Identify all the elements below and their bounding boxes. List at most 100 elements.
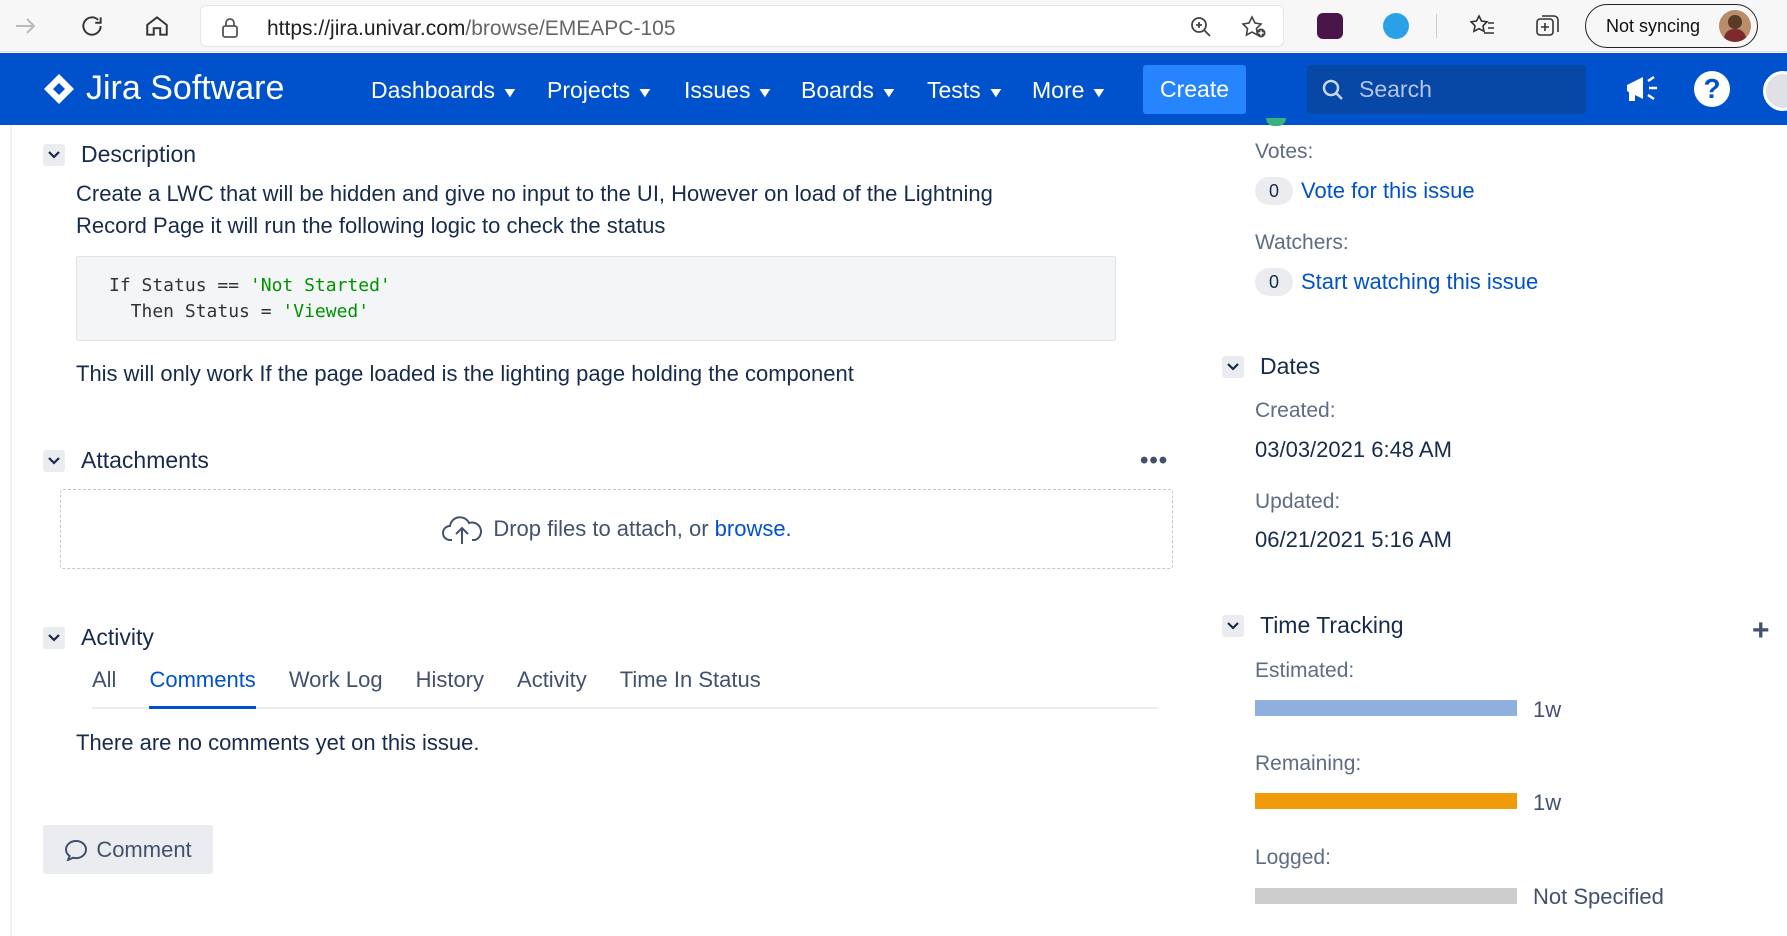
collapse-chevron-icon[interactable] [1222, 614, 1244, 637]
estimated-label: Estimated: [1255, 659, 1355, 682]
extension-me-icon[interactable] [1383, 13, 1409, 39]
speech-bubble-icon [65, 839, 88, 861]
zoom-icon[interactable] [1189, 15, 1213, 44]
estimated-value: 1w [1533, 697, 1562, 722]
cloud-upload-icon [442, 516, 483, 544]
chevron-down-icon: ▼ [986, 83, 1005, 100]
chevron-down-icon: ▼ [500, 83, 519, 100]
description-heading[interactable]: Description [43, 141, 196, 168]
activity-heading[interactable]: Activity [43, 624, 154, 651]
code-block: If Status == 'Not Started' Then Status =… [76, 256, 1116, 341]
description-line: Record Page it will run the following lo… [76, 213, 666, 238]
home-icon[interactable] [140, 9, 174, 43]
remaining-bar [1255, 793, 1517, 809]
logged-label: Logged: [1255, 846, 1331, 869]
nav-issues[interactable]: Issues ▼ [684, 77, 775, 104]
code-line: Then Status = 'Viewed' [109, 301, 370, 322]
watchers-label: Watchers: [1255, 231, 1349, 254]
extension-icon[interactable] [1317, 13, 1343, 39]
profile-avatar [1719, 10, 1751, 42]
tab-history[interactable]: History [416, 667, 484, 707]
collapse-chevron-icon[interactable] [43, 143, 65, 166]
collapse-chevron-icon[interactable] [43, 449, 65, 472]
collections-icon[interactable] [1531, 9, 1565, 43]
search-icon [1322, 79, 1343, 100]
nav-more[interactable]: More ▼ [1032, 77, 1109, 104]
address-url[interactable]: https://jira.univar.com/browse/EMEAPC-10… [267, 17, 676, 41]
collapse-chevron-icon[interactable] [1222, 355, 1244, 378]
dropzone-text: Drop files to attach, or [493, 516, 715, 541]
section-title: Description [81, 141, 197, 167]
description-text: Create a LWC that will be hidden and giv… [76, 178, 1136, 242]
chevron-down-icon: ▼ [636, 83, 655, 100]
left-border [10, 125, 12, 936]
section-title: Time Tracking [1260, 612, 1404, 638]
description-line: Create a LWC that will be hidden and giv… [76, 181, 993, 206]
remaining-value: 1w [1533, 790, 1562, 815]
user-avatar[interactable] [1763, 71, 1787, 111]
tab-all[interactable]: All [92, 667, 116, 707]
comment-button-label: Comment [96, 836, 192, 862]
nav-boards[interactable]: Boards ▼ [801, 77, 898, 104]
profile-sync-button[interactable]: Not syncing [1585, 4, 1758, 48]
activity-tabs: All Comments Work Log History Activity T… [92, 667, 1158, 709]
updated-label: Updated: [1255, 490, 1341, 513]
address-bar[interactable]: https://jira.univar.com/browse/EMEAPC-10… [200, 5, 1284, 47]
tab-activity[interactable]: Activity [517, 667, 587, 707]
chevron-down-icon: ▼ [756, 83, 775, 100]
help-icon[interactable]: ? [1690, 67, 1734, 111]
logged-bar [1255, 888, 1517, 904]
add-favorite-icon[interactable] [1241, 15, 1267, 44]
tab-work-log[interactable]: Work Log [289, 667, 383, 707]
add-time-icon[interactable]: + [1752, 614, 1770, 648]
jira-top-nav: Jira Software Dashboards ▼ Projects ▼ Issu… [0, 53, 1787, 125]
remaining-bar-fill [1255, 793, 1517, 809]
created-date: 03/03/2021 6:48 AM [1255, 437, 1452, 462]
search-box[interactable] [1307, 65, 1586, 114]
watchers-count-badge: 0 [1255, 268, 1293, 296]
comment-button[interactable]: Comment [43, 825, 213, 874]
section-title: Dates [1260, 353, 1321, 379]
refresh-icon[interactable] [75, 9, 109, 43]
attachments-heading[interactable]: Attachments [43, 447, 209, 474]
vote-link[interactable]: Vote for this issue [1301, 178, 1475, 204]
collapse-chevron-icon[interactable] [43, 626, 65, 649]
votes-label: Votes: [1255, 140, 1314, 163]
estimated-bar-fill [1255, 700, 1517, 716]
chevron-down-icon: ▼ [879, 83, 898, 100]
nav-projects[interactable]: Projects ▼ [547, 77, 655, 104]
description-footer: This will only work If the page loaded i… [76, 361, 854, 386]
megaphone-icon[interactable] [1619, 67, 1663, 111]
watch-link[interactable]: Start watching this issue [1301, 269, 1538, 295]
create-button[interactable]: Create [1143, 65, 1246, 114]
estimated-bar [1255, 700, 1517, 716]
updated-date: 06/21/2021 5:16 AM [1255, 527, 1452, 552]
nav-dashboards[interactable]: Dashboards ▼ [371, 77, 519, 104]
favorites-icon[interactable] [1466, 9, 1500, 43]
jira-logo[interactable]: Jira Software [42, 69, 284, 108]
divider [1436, 14, 1437, 38]
section-title: Attachments [81, 447, 209, 473]
browse-link[interactable]: browse. [715, 516, 792, 541]
logged-value: Not Specified [1533, 884, 1664, 909]
jira-diamond-icon [44, 73, 74, 104]
attachment-dropzone[interactable]: Drop files to attach, or browse. [60, 489, 1173, 569]
created-label: Created: [1255, 399, 1336, 422]
tab-time-in-status[interactable]: Time In Status [620, 667, 761, 707]
browser-toolbar: https://jira.univar.com/browse/EMEAPC-10… [0, 0, 1787, 52]
lock-icon[interactable] [221, 17, 239, 44]
code-line: If Status == 'Not Started' [109, 275, 391, 296]
tab-comments[interactable]: Comments [149, 667, 256, 709]
section-title: Activity [81, 624, 154, 650]
time-tracking-heading[interactable]: Time Tracking [1222, 612, 1404, 639]
logo-text: Jira Software [86, 69, 285, 107]
remaining-label: Remaining: [1255, 752, 1362, 775]
dates-heading[interactable]: Dates [1222, 353, 1320, 380]
more-options-icon[interactable]: ••• [1140, 447, 1168, 475]
no-comments-text: There are no comments yet on this issue. [76, 730, 480, 755]
votes-count-badge: 0 [1255, 177, 1293, 205]
search-input[interactable] [1359, 76, 1559, 103]
nav-tests[interactable]: Tests ▼ [927, 77, 1005, 104]
back-arrow-icon[interactable] [8, 9, 42, 43]
chevron-down-icon: ▼ [1090, 83, 1109, 100]
